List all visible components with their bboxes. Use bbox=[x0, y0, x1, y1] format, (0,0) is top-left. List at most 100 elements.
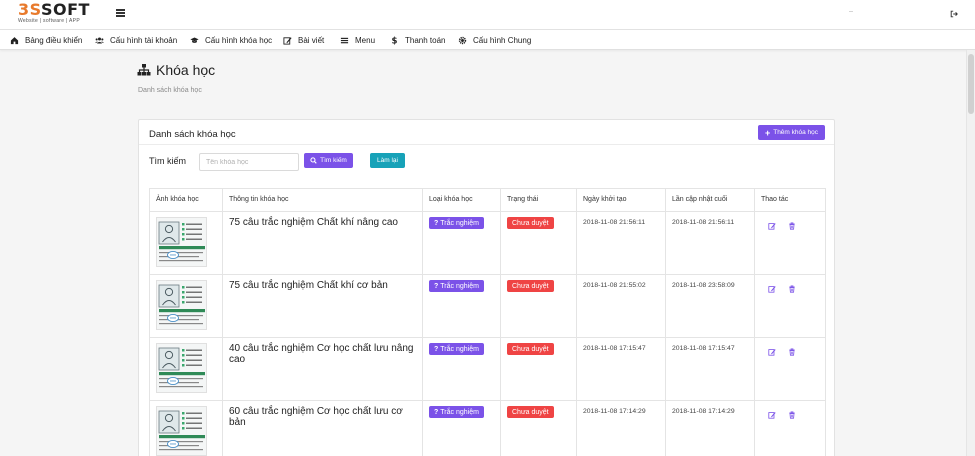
card-title: Danh sách khóa học bbox=[149, 129, 236, 140]
plus-icon: + bbox=[764, 127, 771, 138]
sitemap-icon bbox=[137, 64, 151, 76]
question-icon: ? bbox=[434, 282, 439, 290]
svg-text:$: $ bbox=[392, 36, 398, 44]
search-input[interactable] bbox=[199, 153, 299, 171]
nav-item-general-config[interactable]: Cấu hình Chung bbox=[458, 34, 531, 46]
course-image-cell bbox=[149, 211, 223, 275]
search-button[interactable]: Tìm kiếm bbox=[304, 153, 353, 168]
nav-label: Bài viết bbox=[298, 35, 325, 45]
nav-item-payment[interactable]: $ Thanh toán bbox=[390, 34, 446, 46]
course-status-cell: Chưa duyệt bbox=[500, 274, 577, 338]
reset-button[interactable]: Làm lại bbox=[370, 153, 405, 168]
column-header-type: Loại khóa học bbox=[422, 188, 501, 212]
course-info-cell: 75 câu trắc nghiệm Chất khí cơ bản bbox=[222, 274, 423, 338]
table-header-row: Ảnh khóa học Thông tin khóa học Loại khó… bbox=[149, 188, 826, 212]
question-icon: ? bbox=[434, 219, 439, 227]
updated-date-cell: 2018-11-08 23:58:09 bbox=[665, 274, 755, 338]
add-course-button[interactable]: + Thêm khóa học bbox=[758, 125, 825, 140]
table-row: 40 câu trắc nghiệm Cơ học chất lưu nâng … bbox=[149, 337, 826, 401]
nav-label: Cấu hình tài khoản bbox=[110, 35, 178, 45]
course-status-cell: Chưa duyệt bbox=[500, 337, 577, 401]
course-type-badge: ? Trắc nghiệm bbox=[429, 343, 484, 355]
trash-icon[interactable] bbox=[788, 285, 796, 293]
search-label: Tìm kiếm bbox=[149, 156, 186, 166]
course-type-label: Trắc nghiệm bbox=[440, 219, 479, 227]
updated-date-cell: 2018-11-08 17:14:29 bbox=[665, 400, 755, 456]
course-name[interactable]: 75 câu trắc nghiệm Chất khí nâng cao bbox=[229, 217, 416, 228]
course-table: Ảnh khóa học Thông tin khóa học Loại khó… bbox=[149, 188, 826, 456]
bars-icon bbox=[340, 37, 349, 43]
trash-icon[interactable] bbox=[788, 222, 796, 230]
nav-label: Cấu hình Chung bbox=[473, 35, 532, 45]
nav-label: Thanh toán bbox=[405, 35, 446, 45]
page-title: Khóa học bbox=[156, 62, 216, 78]
course-type-badge: ? Trắc nghiệm bbox=[429, 406, 484, 418]
course-list-card: Danh sách khóa học + Thêm khóa học Tìm ki… bbox=[138, 119, 835, 456]
card-divider bbox=[139, 144, 834, 145]
top-bar: 3SSOFT Website | software | APP — bbox=[0, 0, 975, 30]
updated-date: 2018-11-08 23:58:09 bbox=[672, 282, 735, 289]
edit-icon[interactable] bbox=[768, 348, 776, 356]
logo[interactable]: 3SSOFT Website | software | APP bbox=[18, 0, 98, 25]
edit-icon[interactable] bbox=[768, 285, 776, 293]
status-badge: Chưa duyệt bbox=[507, 343, 554, 355]
nav-label: Menu bbox=[355, 35, 376, 45]
logo-dark-text: SOFT bbox=[40, 0, 90, 19]
course-type-badge: ? Trắc nghiệm bbox=[429, 280, 484, 292]
user-name[interactable]: — bbox=[849, 8, 853, 13]
cog-icon bbox=[458, 36, 467, 44]
column-header-created: Ngày khởi tạo bbox=[576, 188, 666, 212]
created-date-cell: 2018-11-08 17:15:47 bbox=[576, 337, 666, 401]
course-name[interactable]: 75 câu trắc nghiệm Chất khí cơ bản bbox=[229, 280, 416, 291]
course-type-label: Trắc nghiệm bbox=[440, 408, 479, 416]
table-row: 75 câu trắc nghiệm Chất khí nâng cao ? Tr… bbox=[149, 211, 826, 275]
nav-item-course-config[interactable]: Cấu hình khóa học bbox=[190, 34, 272, 46]
nav-item-dashboard[interactable]: Bảng điều khiển bbox=[10, 34, 82, 46]
logo-accent-text: 3S bbox=[18, 0, 41, 19]
course-image-cell bbox=[149, 274, 223, 338]
page-subtitle: Danh sách khóa học bbox=[138, 87, 202, 94]
course-thumbnail[interactable] bbox=[156, 280, 207, 330]
search-icon bbox=[310, 157, 317, 164]
status-badge: Chưa duyệt bbox=[507, 406, 554, 418]
table-row: 75 câu trắc nghiệm Chất khí cơ bản ? Trắc… bbox=[149, 274, 826, 338]
trash-icon[interactable] bbox=[788, 411, 796, 419]
page-scrollbar[interactable] bbox=[966, 50, 975, 456]
updated-date: 2018-11-08 17:15:47 bbox=[672, 345, 735, 352]
created-date: 2018-11-08 21:55:02 bbox=[583, 282, 646, 289]
sign-out-icon[interactable] bbox=[950, 10, 958, 18]
course-name[interactable]: 60 câu trắc nghiệm Cơ học chất lưu cơ bả… bbox=[229, 406, 416, 428]
question-icon: ? bbox=[434, 408, 439, 416]
course-info-cell: 60 câu trắc nghiệm Cơ học chất lưu cơ bả… bbox=[222, 400, 423, 456]
nav-item-menu[interactable]: Menu bbox=[340, 34, 375, 46]
edit-icon[interactable] bbox=[768, 222, 776, 230]
trash-icon[interactable] bbox=[788, 348, 796, 356]
status-badge: Chưa duyệt bbox=[507, 217, 554, 229]
created-date-cell: 2018-11-08 21:56:11 bbox=[576, 211, 666, 275]
page-heading: Khóa học bbox=[137, 62, 215, 78]
course-thumbnail[interactable] bbox=[156, 343, 207, 393]
nav-item-account-config[interactable]: Cấu hình tài khoản bbox=[95, 34, 177, 46]
edit-icon[interactable] bbox=[768, 411, 776, 419]
course-thumbnail[interactable] bbox=[156, 217, 207, 267]
actions-cell bbox=[754, 400, 826, 456]
course-status-cell: Chưa duyệt bbox=[500, 211, 577, 275]
course-status-cell: Chưa duyệt bbox=[500, 400, 577, 456]
course-type-cell: ? Trắc nghiệm bbox=[422, 211, 501, 275]
created-date-cell: 2018-11-08 17:14:29 bbox=[576, 400, 666, 456]
hamburger-menu-icon[interactable] bbox=[116, 9, 125, 17]
course-type-cell: ? Trắc nghiệm bbox=[422, 337, 501, 401]
dashboard-icon bbox=[10, 36, 19, 44]
actions-cell bbox=[754, 211, 826, 275]
scrollbar-thumb[interactable] bbox=[968, 54, 974, 114]
nav-item-posts[interactable]: Bài viết bbox=[283, 34, 324, 46]
column-header-info: Thông tin khóa học bbox=[222, 188, 423, 212]
updated-date: 2018-11-08 17:14:29 bbox=[672, 408, 735, 415]
table-row: 60 câu trắc nghiệm Cơ học chất lưu cơ bả… bbox=[149, 400, 826, 456]
created-date: 2018-11-08 21:56:11 bbox=[583, 219, 646, 226]
course-thumbnail[interactable] bbox=[156, 406, 207, 456]
course-name[interactable]: 40 câu trắc nghiệm Cơ học chất lưu nâng … bbox=[229, 343, 416, 365]
actions-cell bbox=[754, 274, 826, 338]
created-date: 2018-11-08 17:14:29 bbox=[583, 408, 646, 415]
course-type-label: Trắc nghiệm bbox=[440, 345, 479, 353]
